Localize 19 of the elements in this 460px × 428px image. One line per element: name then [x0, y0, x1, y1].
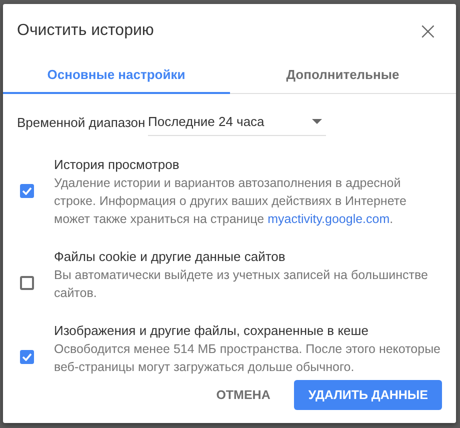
cancel-button[interactable]: ОТМЕНА — [212, 380, 274, 410]
checkbox[interactable] — [20, 184, 34, 198]
option-title: Изображения и другие файлы, сохраненные в кеше — [54, 322, 370, 340]
option-description: Вы автоматически выйдете из учетных записей на большинстве сайтов. — [54, 267, 429, 302]
caret-icon — [312, 119, 322, 124]
checkbox[interactable] — [20, 350, 34, 364]
option-title: История просмотров — [54, 156, 180, 174]
tab[interactable]: Дополнительные — [230, 56, 456, 94]
close-button[interactable]: × — [414, 20, 442, 42]
time-range-dropdown[interactable]: Последние 24 часа — [148, 108, 326, 136]
time-range-label: Временной диапазон — [17, 114, 146, 130]
activity-link[interactable]: myactivity.google.com — [268, 212, 390, 226]
checkbox[interactable] — [20, 276, 34, 290]
delete-data-button[interactable]: УДАЛИТЬ ДАННЫЕ — [294, 380, 442, 410]
tab[interactable]: Основные настройки — [3, 56, 230, 94]
dialog-title: Очистить историю — [17, 22, 154, 40]
option-description: Освободится менее 514 МБ пространства. После этого некоторые веб-страницы могут загружаться дольше обычного. — [54, 341, 442, 376]
option-title: Файлы cookie и другие данные сайтов — [54, 248, 286, 266]
option-description: Удаление истории и вариантов автозаполнения в адресной строке. Информация о других ваших действиях в Интернете может также храниться на странице myactivity.google.com. — [54, 175, 408, 228]
